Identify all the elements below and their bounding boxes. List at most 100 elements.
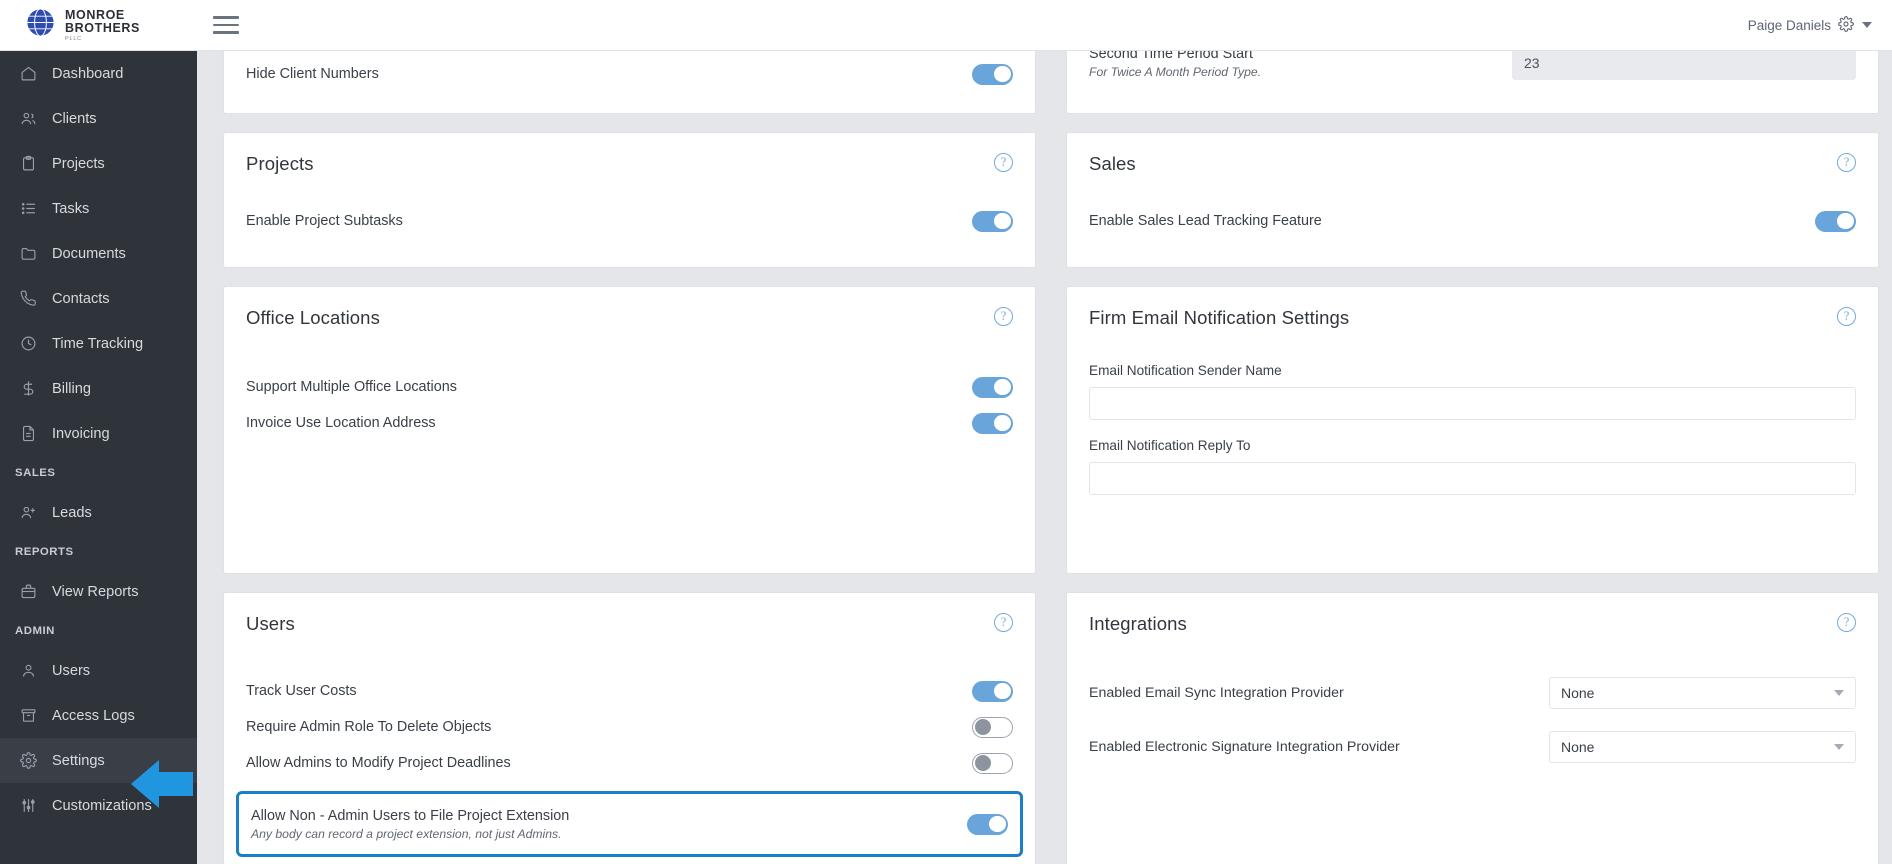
sidebar-item-projects[interactable]: Projects [0,141,197,186]
user-plus-icon [20,504,37,521]
toggle-hide-client-numbers[interactable] [972,63,1013,85]
list-icon [20,200,37,217]
setting-label: Support Multiple Office Locations [246,379,457,395]
sidebar-item-label: Dashboard [52,65,124,82]
setting-label: Second Time Period Start [1089,51,1253,62]
toggle-require-admin-role-to-delete-objects[interactable] [972,716,1013,738]
settings-column-right: Second Time Period Start For Twice A Mon… [1066,51,1879,864]
card-users: Users ? Track User Costs Require Admin R… [223,592,1036,864]
help-icon[interactable]: ? [994,153,1013,172]
sidebar-section-reports: REPORTS [15,546,74,558]
setting-row-require-admin-role-to-delete-objects: Require Admin Role To Delete Objects [246,709,1013,745]
setting-row-electronic-signature-integration-provider: Enabled Electronic Signature Integration… [1089,731,1856,763]
setting-label: Hide Client Numbers [246,66,379,82]
setting-label: Allow Admins to Modify Project Deadlines [246,755,511,771]
sidebar-item-label: Leads [52,504,92,521]
brand-logo[interactable]: MONROE BROTHERS PLLC [0,0,197,51]
second-time-period-start-value[interactable]: 23 [1512,51,1856,80]
sidebar-item-contacts[interactable]: Contacts [0,276,197,321]
toggle-invoice-use-location-address[interactable] [972,412,1013,434]
card-title: Sales [1089,153,1136,174]
setting-label: Allow Non - Admin Users to File Project … [251,807,570,824]
setting-row-support-multiple-office-locations: Support Multiple Office Locations [246,369,1013,405]
sidebar-item-view-reports[interactable]: View Reports [0,569,197,614]
sidebar-item-label: Users [52,662,91,679]
help-icon[interactable]: ? [994,613,1013,632]
setting-row-enable-sales-lead-tracking: Enable Sales Lead Tracking Feature [1089,203,1856,239]
card-body: Support Multiple Office Locations Invoic… [224,329,1035,463]
chevron-down-icon[interactable] [1862,22,1872,28]
email-sync-integration-provider-select[interactable]: None [1549,677,1856,709]
card-time-period-partial: Second Time Period Start For Twice A Mon… [1066,51,1879,114]
card-sales: Sales ? Enable Sales Lead Tracking Featu… [1066,132,1879,268]
sidebar-item-settings[interactable]: Settings [0,738,197,783]
setting-row-second-time-period-start: Second Time Period Start For Twice A Mon… [1089,51,1856,84]
email-notification-sender-name-input[interactable] [1089,387,1856,420]
card-header: Projects ? [224,133,1035,175]
sidebar-item-billing[interactable]: Billing [0,366,197,411]
sidebar-section-sales: SALES [15,467,56,479]
toggle-enable-project-subtasks[interactable] [972,210,1013,232]
sidebar-item-label: Time Tracking [52,335,144,352]
brand-line-1: MONROE [65,7,125,22]
help-icon[interactable]: ? [1837,613,1856,632]
sidebar-item-leads[interactable]: Leads [0,490,197,535]
setting-label: Track User Costs [246,683,357,699]
field-email-notification-sender-name: Email Notification Sender Name [1089,363,1856,420]
card-projects: Projects ? Enable Project Subtasks [223,132,1036,268]
archive-icon [20,707,37,724]
hamburger-line [213,23,239,27]
email-notification-reply-to-input[interactable] [1089,462,1856,495]
gear-icon [20,752,37,769]
toggle-knob [994,682,1011,700]
sidebar-item-label: Billing [52,380,91,397]
toggle-knob [1837,212,1854,230]
sidebar-item-time-tracking[interactable]: Time Tracking [0,321,197,366]
toggle-enable-sales-lead-tracking[interactable] [1815,210,1856,232]
help-icon[interactable]: ? [1837,153,1856,172]
setting-row-allow-admins-to-modify-project-deadlines: Allow Admins to Modify Project Deadlines [246,745,1013,781]
sidebar-item-customizations[interactable]: Customizations [0,783,197,828]
electronic-signature-integration-provider-select[interactable]: None [1549,731,1856,763]
gear-icon[interactable] [1838,15,1854,35]
toggle-track-user-costs[interactable] [972,680,1013,702]
sidebar-item-access-logs[interactable]: Access Logs [0,693,197,738]
setting-label: Invoice Use Location Address [246,415,436,431]
card-office-locations: Office Locations ? Support Multiple Offi… [223,286,1036,574]
brand-subtitle: PLLC [65,36,82,42]
brand-text: MONROE BROTHERS PLLC [65,8,140,43]
sidebar-item-documents[interactable]: Documents [0,231,197,276]
card-title: Users [246,613,295,634]
sidebar-item-label: Clients [52,110,97,127]
setting-row-email-sync-integration-provider: Enabled Email Sync Integration Provider … [1089,677,1856,709]
sidebar-item-invoicing[interactable]: Invoicing [0,411,197,456]
help-icon[interactable]: ? [994,307,1013,326]
brand-line-2: BROTHERS [65,21,140,35]
toggle-support-multiple-office-locations[interactable] [972,376,1013,398]
field-label: Email Notification Sender Name [1089,363,1282,378]
setting-label: Enable Project Subtasks [246,213,403,229]
clock-icon [20,335,37,352]
setting-label: Enable Sales Lead Tracking Feature [1089,213,1322,229]
highlighted-setting-row: Allow Non - Admin Users to File Project … [236,791,1023,857]
card-header: Office Locations ? [224,287,1035,329]
card-body: Enable Sales Lead Tracking Feature [1067,175,1878,267]
user-menu[interactable]: Paige Daniels [1748,15,1892,35]
toggle-allow-non-admin-users-file-project-extension[interactable] [967,813,1008,835]
left-sidebar: Dashboard Clients Projects Tasks Documen… [0,51,197,864]
sidebar-item-users[interactable]: Users [0,648,197,693]
sidebar-item-dashboard[interactable]: Dashboard [0,51,197,96]
help-icon[interactable]: ? [1837,307,1856,326]
sliders-icon [20,797,37,814]
sidebar-item-label: Documents [52,245,126,262]
sidebar-item-label: Settings [52,752,105,769]
setting-label: Enabled Email Sync Integration Provider [1089,685,1344,701]
setting-row-allow-non-admin-users-file-project-extension: Allow Non - Admin Users to File Project … [251,806,1008,842]
sidebar-item-clients[interactable]: Clients [0,96,197,141]
hamburger-icon[interactable] [213,11,241,39]
hamburger-line [213,31,239,34]
sidebar-item-label: Customizations [52,797,152,814]
sidebar-item-tasks[interactable]: Tasks [0,186,197,231]
dollar-icon [20,380,37,397]
toggle-allow-admins-to-modify-project-deadlines[interactable] [972,752,1013,774]
